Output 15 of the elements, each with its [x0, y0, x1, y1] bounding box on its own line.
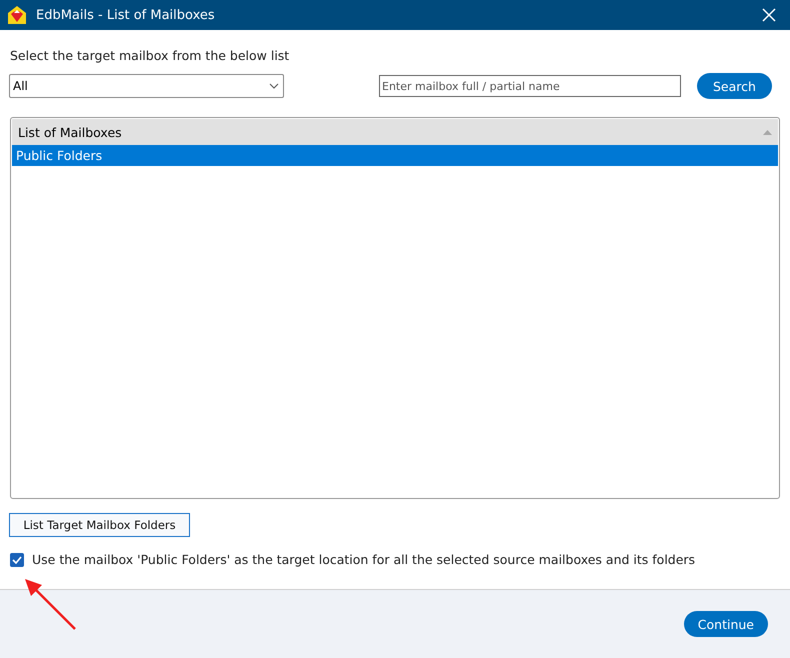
filter-dropdown[interactable]: All: [9, 74, 284, 98]
mailbox-row[interactable]: Public Folders: [12, 145, 778, 166]
list-folders-button[interactable]: List Target Mailbox Folders: [9, 513, 190, 537]
checkbox-label: Use the mailbox 'Public Folders' as the target location for all the selected source mailboxes and its folders: [32, 552, 696, 567]
sort-up-icon: [763, 130, 772, 134]
continue-button[interactable]: Continue: [684, 611, 768, 637]
envelope-logo-icon: [6, 5, 28, 25]
chevron-down-icon: [269, 83, 279, 89]
search-button[interactable]: Search: [697, 73, 772, 99]
instruction-text: Select the target mailbox from the below list: [10, 48, 290, 63]
search-field[interactable]: Enter mailbox full / partial name: [379, 75, 681, 97]
window-title: EdbMails - List of Mailboxes: [36, 8, 216, 22]
column-header[interactable]: List of Mailboxes: [12, 119, 778, 145]
checkbox[interactable]: [10, 552, 24, 566]
close-icon[interactable]: [762, 8, 776, 22]
